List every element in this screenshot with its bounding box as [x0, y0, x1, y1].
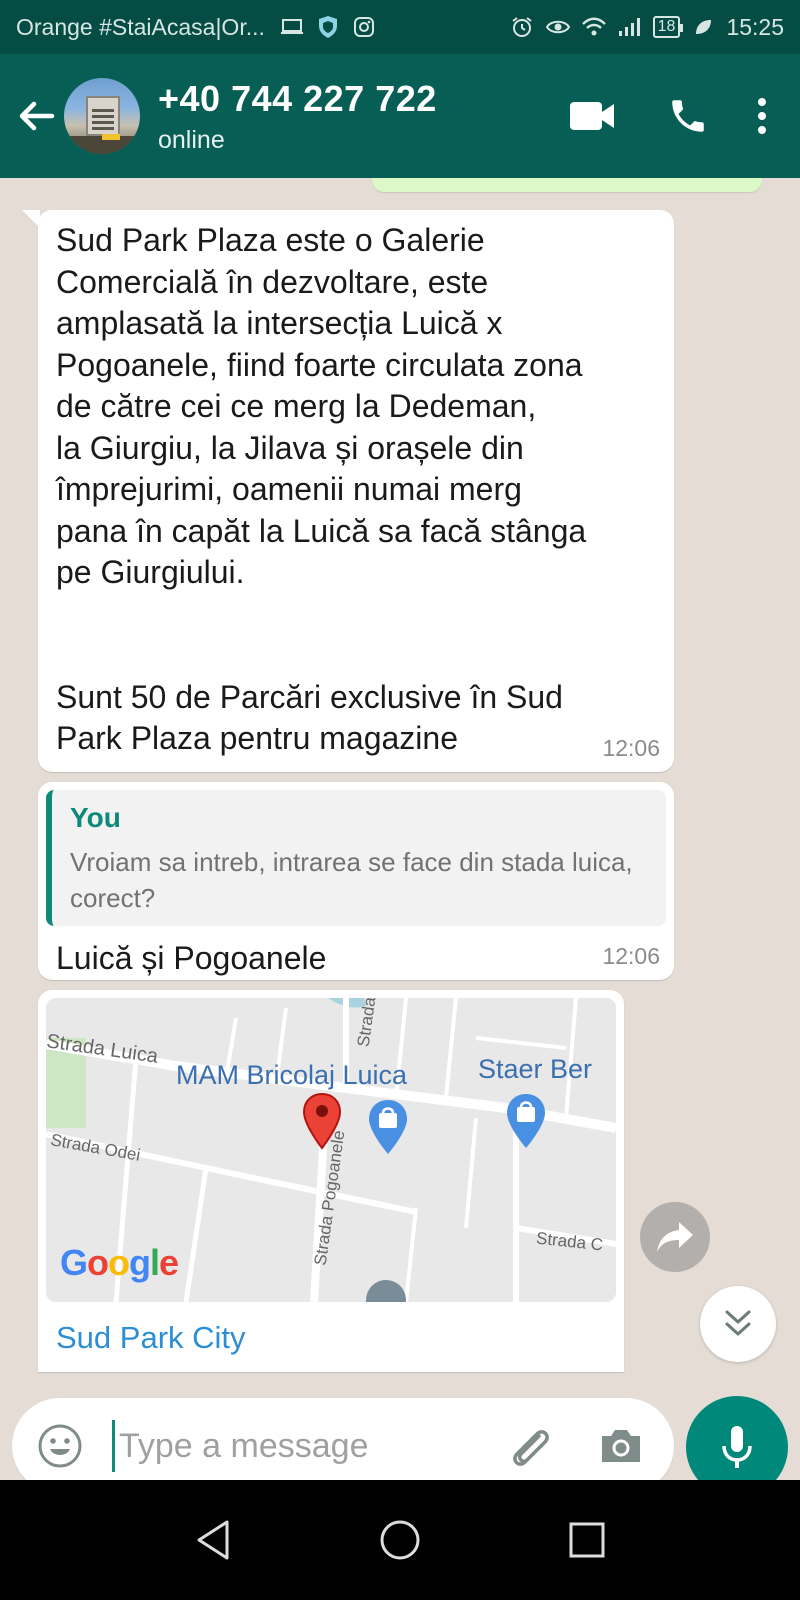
shopping-bag-icon — [507, 1094, 545, 1148]
location-pin-icon — [302, 1092, 342, 1150]
avatar-sign — [102, 134, 120, 140]
avatar-windows — [92, 106, 114, 130]
nav-back-button[interactable] — [173, 1500, 253, 1580]
attach-icon — [513, 1430, 549, 1466]
nav-back-icon — [197, 1520, 229, 1560]
compose-bar — [0, 1390, 800, 1498]
instagram-icon — [351, 14, 377, 40]
text-cursor — [112, 1420, 115, 1472]
more-options-button[interactable] — [736, 76, 788, 156]
location-map[interactable]: Strada Luica Strada Odei Strada Pogoanel… — [46, 998, 616, 1302]
contact-name: +40 744 227 722 — [158, 77, 437, 119]
scroll-to-bottom-button[interactable] — [700, 1286, 776, 1362]
emoji-button[interactable] — [34, 1420, 86, 1472]
poi-icon — [366, 1280, 406, 1302]
chat-header: +40 744 227 722 online — [0, 54, 800, 178]
camera-button[interactable] — [593, 1418, 649, 1474]
nav-home-button[interactable] — [360, 1500, 440, 1580]
camera-icon — [602, 1430, 640, 1462]
contact-avatar[interactable] — [64, 78, 140, 154]
message-input[interactable] — [119, 1426, 479, 1466]
shield-icon — [315, 14, 341, 40]
leaf-icon — [690, 14, 716, 40]
alarm-icon — [509, 14, 535, 40]
message-text: Luică și Pogoanele — [56, 940, 327, 976]
quoted-message[interactable]: You Vroiam sa intreb, intrarea se face d… — [46, 790, 666, 926]
status-bar: Orange #StaiAcasa|Or... 18 15:25 — [0, 0, 800, 54]
notification-icons — [279, 14, 377, 40]
forward-icon — [657, 1222, 693, 1252]
quote-text: Vroiam sa intreb, intrarea se face din s… — [70, 847, 633, 913]
shopping-bag-icon — [369, 1100, 407, 1154]
message-text: Sud Park Plaza este o Galerie Comercială… — [56, 222, 587, 756]
back-button[interactable] — [4, 76, 68, 156]
bubble-tail — [22, 210, 40, 228]
contact-info[interactable]: +40 744 227 722 online — [158, 78, 544, 155]
nav-home-icon — [380, 1520, 420, 1560]
system-icons: 18 15:25 — [509, 14, 784, 41]
contact-status: online — [158, 125, 225, 154]
message-time: 12:06 — [602, 943, 660, 969]
poi-label-staer: Staer Ber — [478, 1054, 593, 1084]
mic-icon — [722, 1426, 752, 1468]
previous-outgoing-bubble[interactable] — [372, 178, 762, 192]
video-call-icon — [570, 102, 614, 130]
voice-call-button[interactable] — [640, 76, 736, 156]
phone-icon — [672, 100, 704, 132]
back-arrow-icon — [19, 101, 55, 131]
quote-author: You — [70, 802, 121, 833]
laptop-icon — [279, 14, 305, 40]
battery-level: 18 — [652, 16, 684, 38]
nav-recents-icon — [569, 1522, 605, 1558]
reply-message-bubble[interactable]: You Vroiam sa intreb, intrarea se face d… — [38, 782, 674, 980]
google-logo: Google — [60, 1242, 179, 1283]
eye-icon — [545, 14, 571, 40]
nav-recents-button[interactable] — [547, 1500, 627, 1580]
more-vert-icon — [758, 98, 766, 134]
forward-button[interactable] — [640, 1202, 710, 1272]
place-name-link[interactable]: Sud Park City — [56, 1320, 616, 1356]
carrier-name: Orange #StaiAcasa|Or... — [16, 13, 265, 40]
attach-button[interactable] — [501, 1418, 557, 1474]
message-time: 12:06 — [602, 735, 660, 761]
emoji-icon — [38, 1424, 82, 1468]
message-bubble[interactable]: Sud Park Plaza este o Galerie Comercială… — [22, 210, 674, 772]
clock: 15:25 — [726, 13, 784, 40]
poi-label-mam: MAM Bricolaj Luica — [176, 1060, 408, 1090]
signal-icon — [617, 14, 643, 40]
location-message-bubble[interactable]: Strada Luica Strada Odei Strada Pogoanel… — [38, 990, 624, 1372]
system-navigation-bar — [0, 1480, 800, 1600]
wifi-icon — [581, 14, 607, 40]
header-actions — [544, 76, 788, 156]
video-call-button[interactable] — [544, 76, 640, 156]
double-chevron-down-icon — [725, 1310, 751, 1336]
chat-area[interactable]: Sud Park Plaza este o Galerie Comercială… — [0, 178, 800, 1390]
